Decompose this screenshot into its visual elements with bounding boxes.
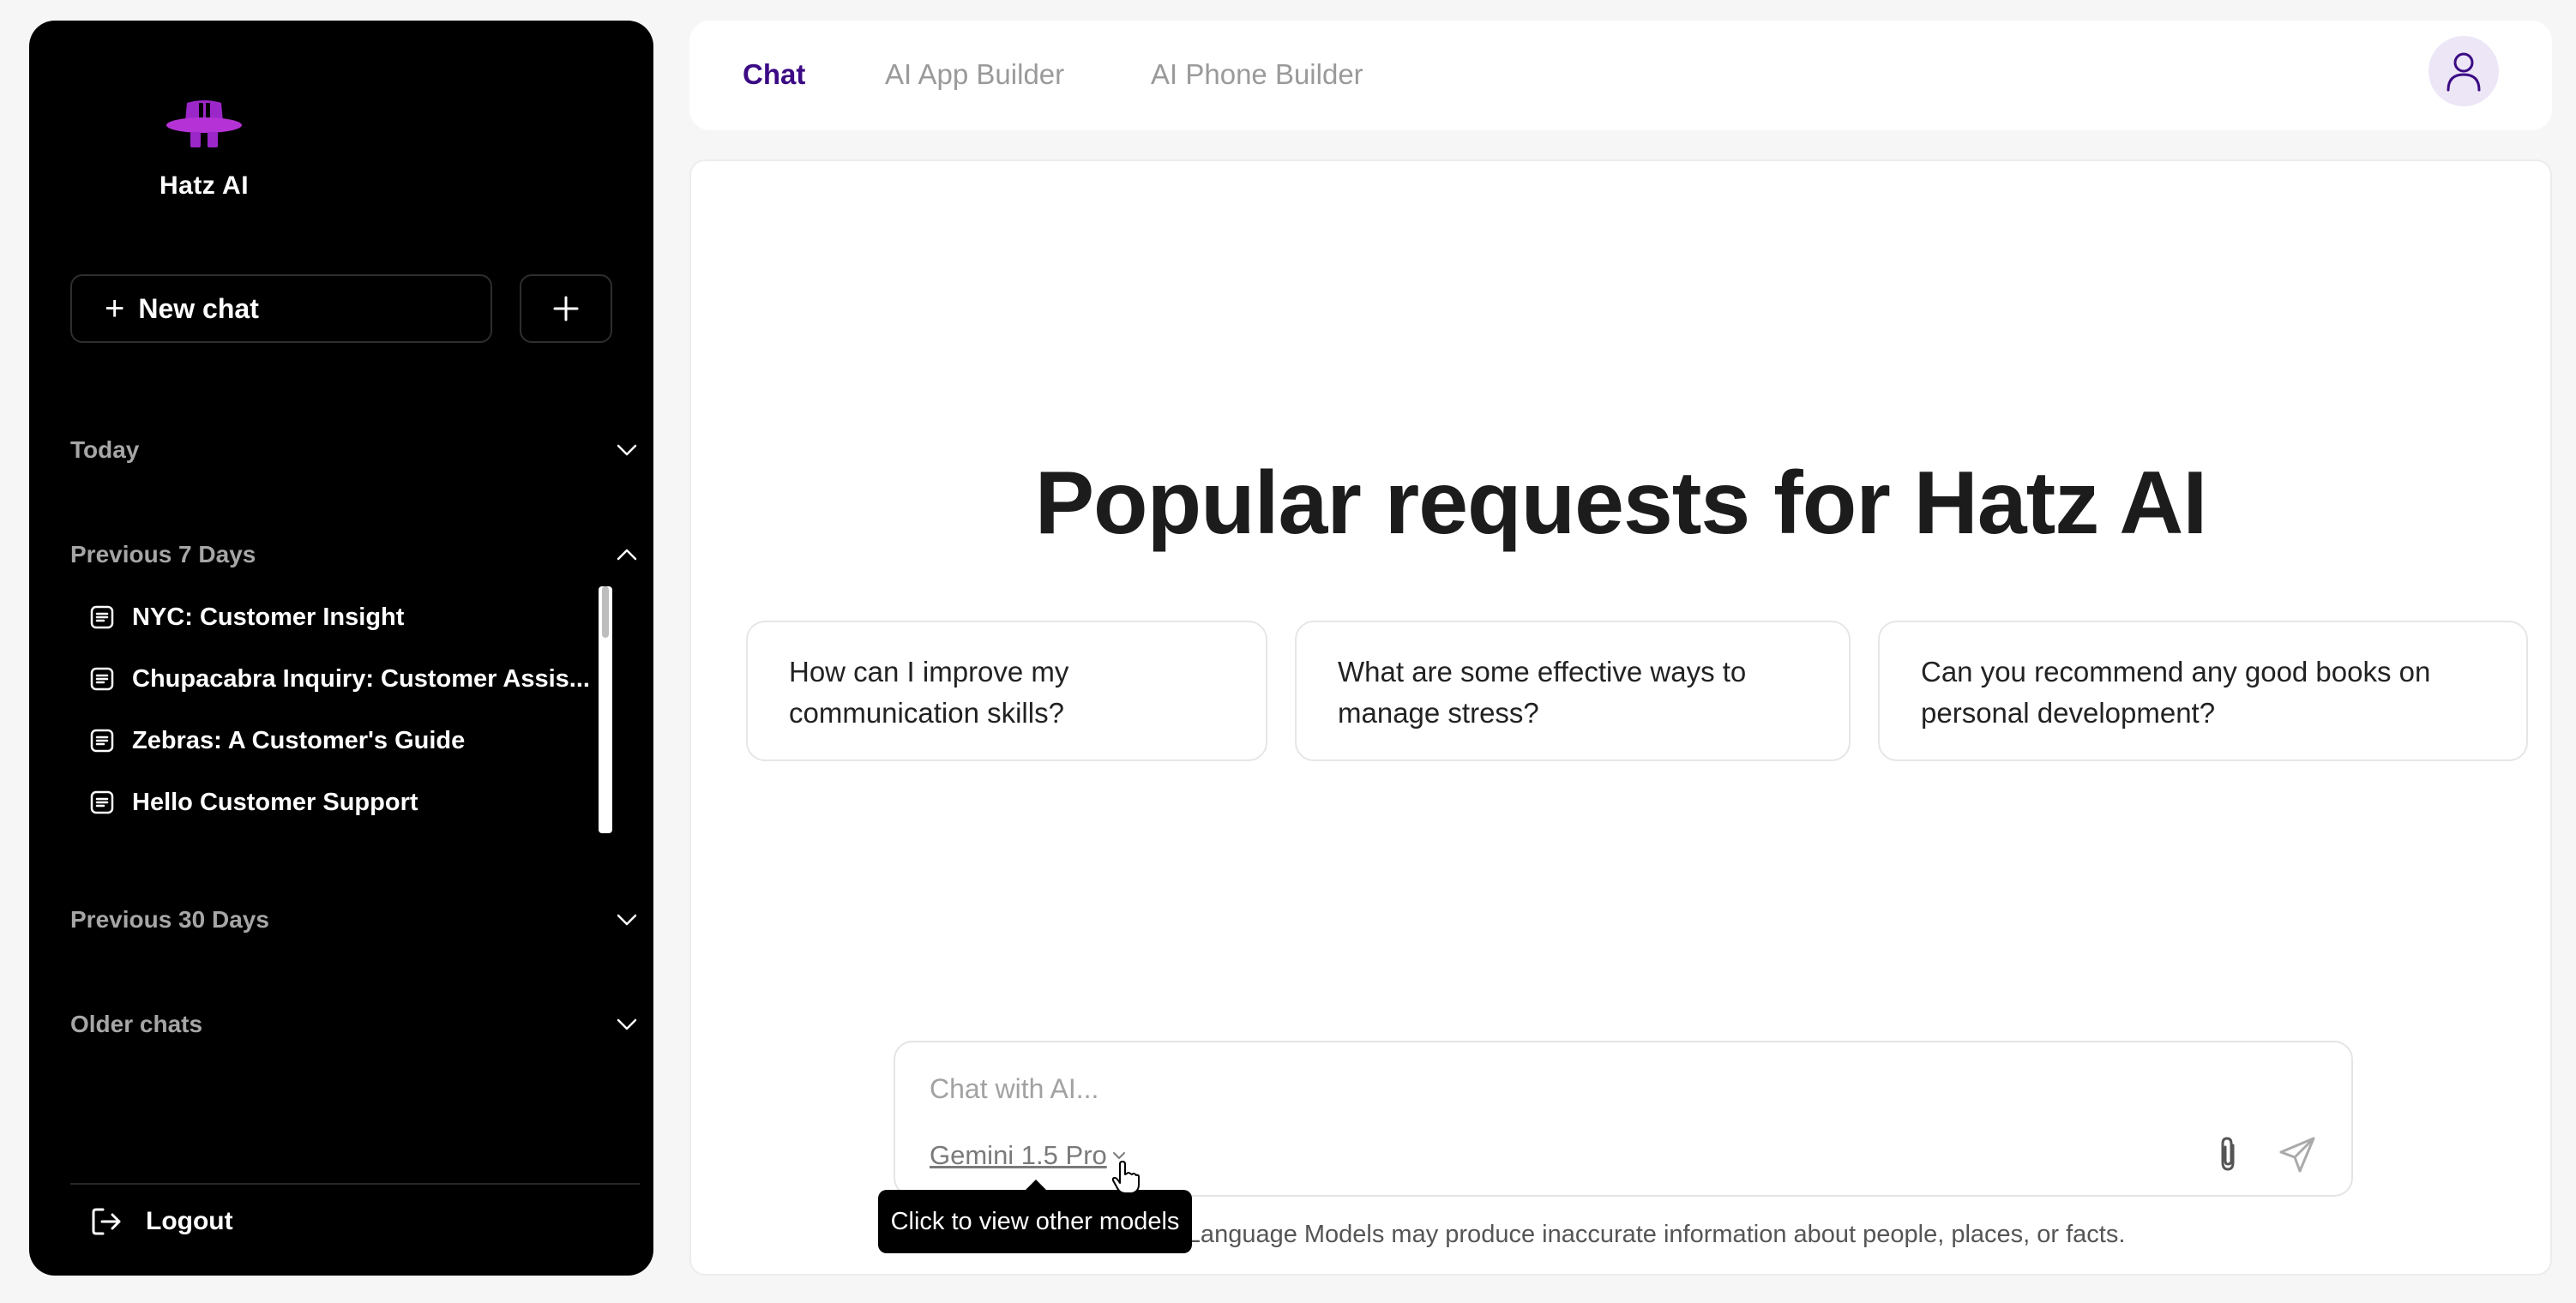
model-tooltip: Click to view other models xyxy=(878,1190,1192,1253)
section-previous-30-days[interactable]: Previous 30 Days xyxy=(70,898,640,941)
chevron-down-icon xyxy=(617,444,637,456)
suggestion-card[interactable]: Can you recommend any good books on pers… xyxy=(1878,621,2528,761)
page-title: Popular requests for Hatz AI xyxy=(1034,453,2208,553)
chat-history-item[interactable]: Chupacabra Inquiry: Customer Assis... xyxy=(89,648,604,710)
section-today[interactable]: Today xyxy=(70,429,640,471)
chevron-down-icon xyxy=(617,914,637,926)
logout-icon xyxy=(92,1208,121,1235)
tab-ai-app-builder[interactable]: AI App Builder xyxy=(885,58,1064,91)
suggestion-card[interactable]: How can I improve my communication skill… xyxy=(746,621,1267,761)
chat-document-icon xyxy=(90,729,114,753)
chat-document-icon xyxy=(90,667,114,691)
logout-label: Logout xyxy=(146,1207,233,1235)
chat-history-title: Chupacabra Inquiry: Customer Assis... xyxy=(132,664,590,693)
hatz-ai-logo[interactable]: Hatz AI xyxy=(129,99,280,207)
logout-button[interactable]: Logout xyxy=(89,1200,233,1243)
logo-text: Hatz AI xyxy=(159,171,250,200)
suggestion-card[interactable]: What are some effective ways to manage s… xyxy=(1295,621,1851,761)
chat-history-title: NYC: Customer Insight xyxy=(132,603,405,631)
user-avatar-button[interactable] xyxy=(2429,36,2499,106)
hand-pointer-cursor-icon xyxy=(1111,1161,1140,1194)
top-navigation: Chat AI App Builder AI Phone Builder xyxy=(689,21,2552,130)
plus-icon: + xyxy=(105,290,125,327)
plus-icon xyxy=(553,296,579,321)
paper-plane-icon[interactable] xyxy=(2276,1133,2319,1176)
chat-document-icon xyxy=(90,605,114,629)
section-label: Previous 30 Days xyxy=(70,906,269,933)
chat-history-title: Hello Customer Support xyxy=(132,788,418,816)
chat-list-scroll-thumb[interactable] xyxy=(602,586,609,638)
section-label: Today xyxy=(70,436,140,463)
chat-history-item[interactable]: Hello Customer Support xyxy=(89,772,604,833)
model-name: Gemini 1.5 Pro xyxy=(930,1140,1107,1170)
suggestion-text: Can you recommend any good books on pers… xyxy=(1921,656,2431,729)
section-older-chats[interactable]: Older chats xyxy=(70,1003,640,1046)
section-label: Older chats xyxy=(70,1011,203,1037)
add-button[interactable] xyxy=(520,274,612,343)
main-panel: Popular requests for Hatz AI How can I i… xyxy=(689,159,2552,1276)
suggestion-text: How can I improve my communication skill… xyxy=(789,656,1069,729)
chat-history-list: NYC: Customer Insight Chupacabra Inquiry… xyxy=(89,586,604,833)
chevron-up-icon xyxy=(617,549,637,561)
new-chat-label: New chat xyxy=(138,292,259,324)
chevron-down-icon xyxy=(617,1018,637,1030)
model-selector[interactable]: Gemini 1.5 Pro xyxy=(930,1140,1128,1171)
chat-history-item[interactable]: Zebras: A Customer's Guide xyxy=(89,710,604,772)
tab-ai-phone-builder[interactable]: AI Phone Builder xyxy=(1151,58,1363,91)
section-previous-7-days[interactable]: Previous 7 Days xyxy=(70,533,640,576)
paperclip-icon[interactable] xyxy=(2209,1133,2247,1176)
hatz-hat-logo-icon xyxy=(166,100,242,147)
sidebar: Hatz AI + New chat Today Previous 7 Days… xyxy=(29,21,653,1276)
chat-document-icon xyxy=(90,790,114,814)
new-chat-button[interactable]: + New chat xyxy=(70,274,492,343)
user-icon xyxy=(2447,52,2481,92)
suggestion-text: What are some effective ways to manage s… xyxy=(1338,656,1747,729)
chat-history-item[interactable]: NYC: Customer Insight xyxy=(89,586,604,648)
section-label: Previous 7 Days xyxy=(70,541,256,567)
tooltip-arrow xyxy=(1026,1180,1046,1190)
tab-chat[interactable]: Chat xyxy=(743,58,805,91)
chat-input[interactable] xyxy=(930,1065,2267,1113)
chat-history-title: Zebras: A Customer's Guide xyxy=(132,726,466,754)
sidebar-divider xyxy=(70,1183,640,1185)
